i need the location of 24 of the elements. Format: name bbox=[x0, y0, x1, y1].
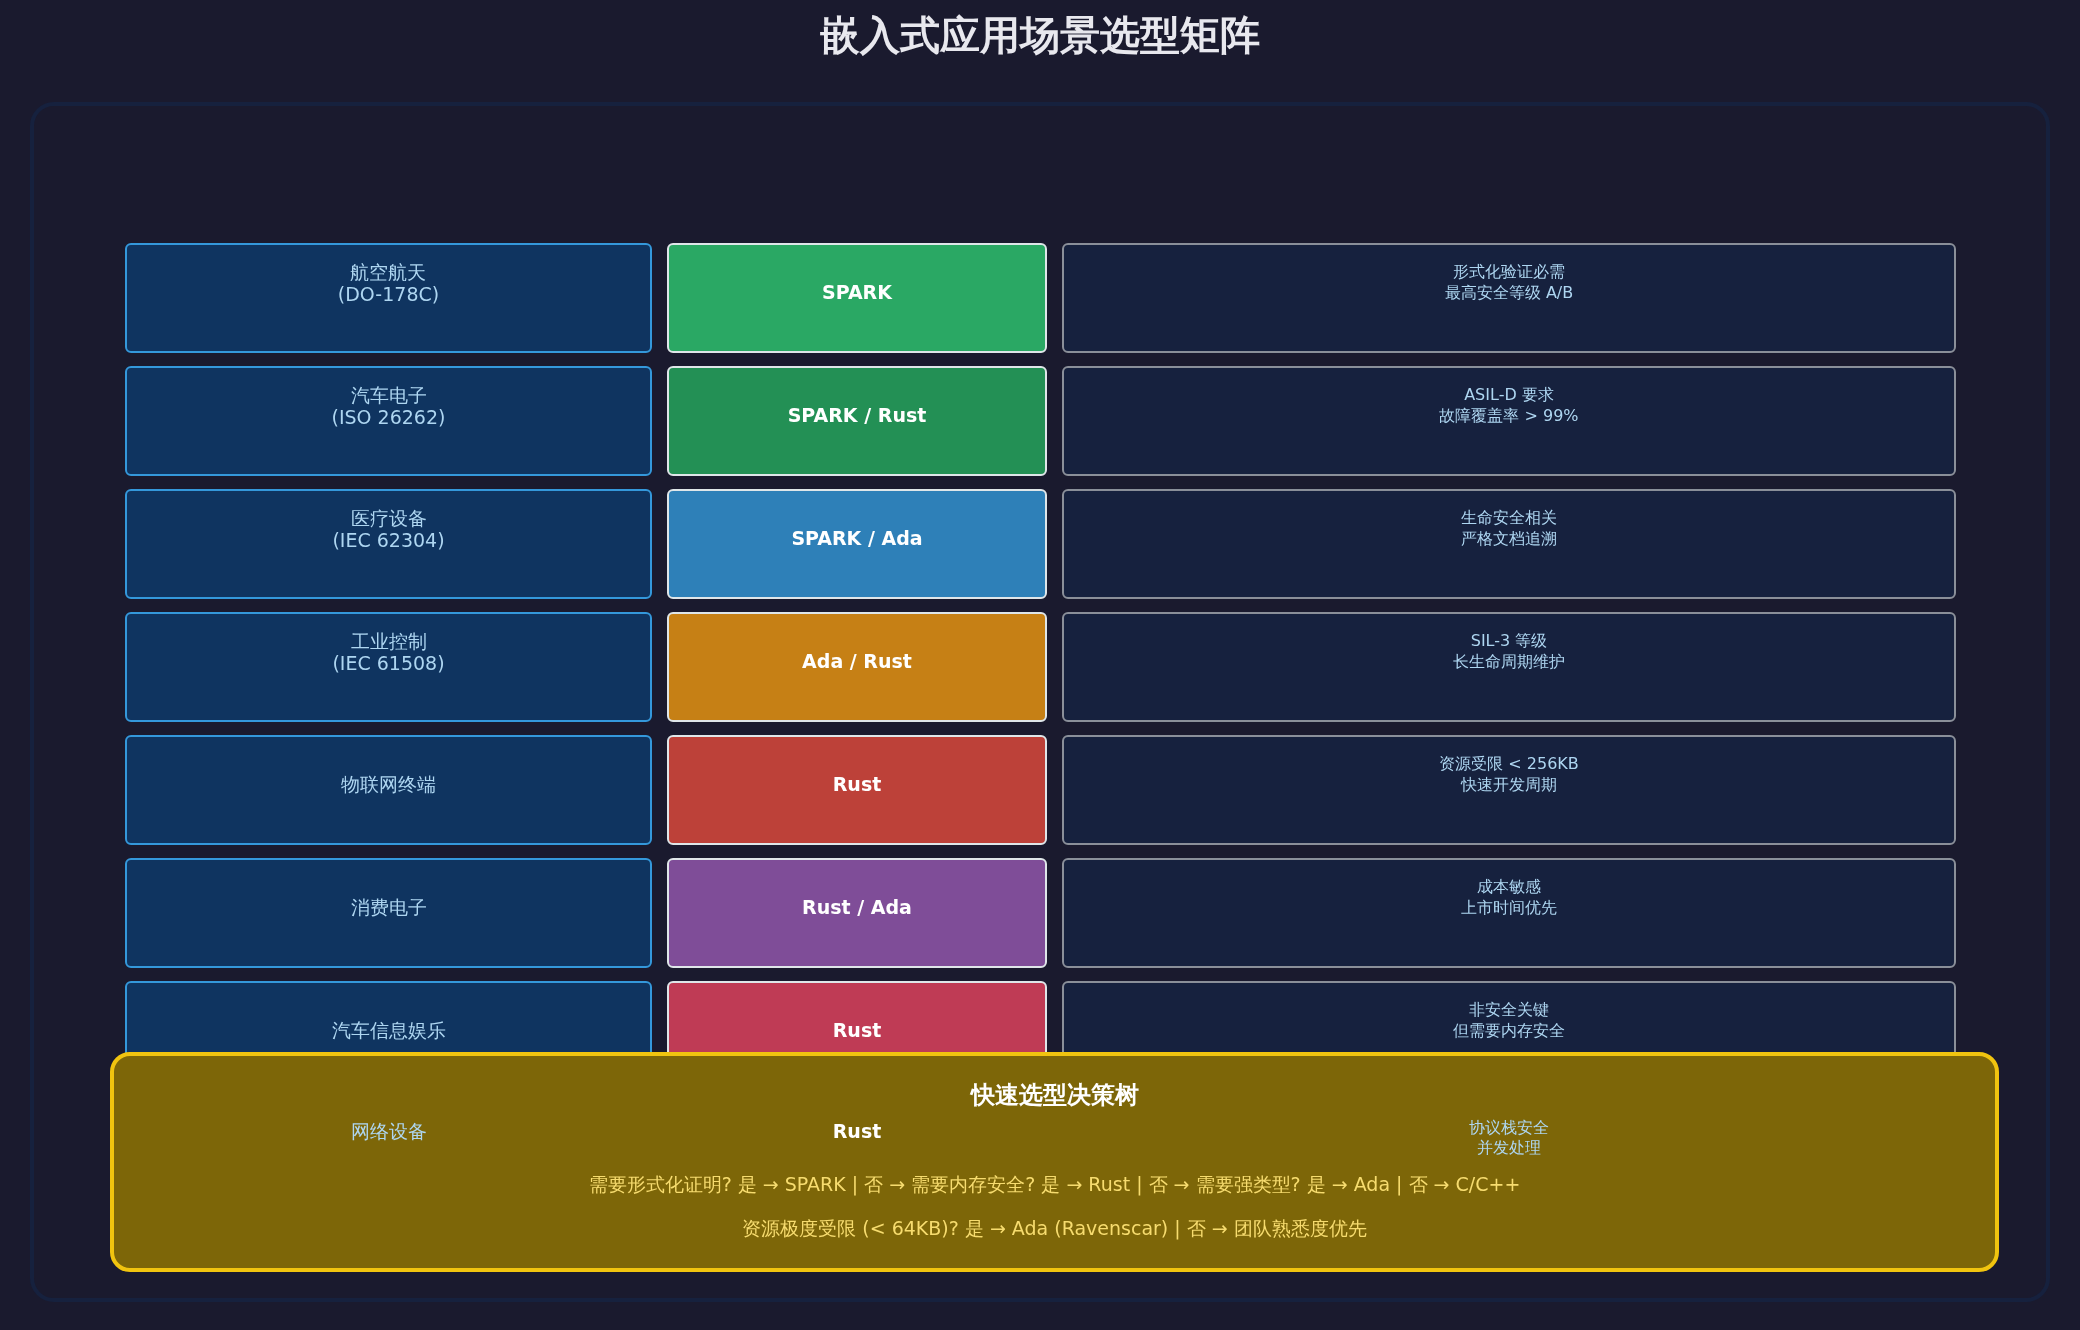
scenario-label: 航空航天 (DO-178C) bbox=[125, 243, 652, 353]
scenario-label: 汽车电子 (ISO 26262) bbox=[125, 366, 652, 476]
decision-rule: 资源极度受限 (< 64KB)? 是 → Ada (Ravenscar) | 否 → 团队熟悉度优先 bbox=[742, 1216, 1367, 1240]
language-choice: Ada / Rust bbox=[667, 612, 1047, 722]
language-choice: Rust bbox=[667, 735, 1047, 845]
requirement-notes: 协议栈安全 并发处理 bbox=[1469, 1118, 1549, 1158]
scenario-label: 物联网终端 bbox=[125, 735, 652, 845]
scenario-label: 消费电子 bbox=[125, 858, 652, 968]
scenario-label: 工业控制 (IEC 61508) bbox=[125, 612, 652, 722]
language-choice: SPARK / Ada bbox=[667, 489, 1047, 599]
requirement-notes: 资源受限 < 256KB 快速开发周期 bbox=[1062, 735, 1956, 845]
language-choice: SPARK / Rust bbox=[667, 366, 1047, 476]
page-title: 嵌入式应用场景选型矩阵 bbox=[820, 11, 1260, 60]
language-choice: Rust / Ada bbox=[667, 858, 1047, 968]
scenario-label: 医疗设备 (IEC 62304) bbox=[125, 489, 652, 599]
scenario-label: 网络设备 bbox=[350, 1120, 427, 1142]
requirement-notes: ASIL-D 要求 故障覆盖率 > 99% bbox=[1062, 366, 1956, 476]
requirement-notes: 生命安全相关 严格文档追溯 bbox=[1062, 489, 1956, 599]
requirement-notes: SIL-3 等级 长生命周期维护 bbox=[1062, 612, 1956, 722]
language-choice: Rust bbox=[832, 1120, 882, 1142]
decision-rule: 需要形式化证明? 是 → SPARK | 否 → 需要内存安全? 是 → Rust | 否 → 需要强类型? 是 → Ada | 否 → C/C++ bbox=[588, 1172, 1521, 1196]
requirement-notes: 成本敏感 上市时间优先 bbox=[1062, 858, 1956, 968]
language-choice: SPARK bbox=[667, 243, 1047, 353]
requirement-notes: 形式化验证必需 最高安全等级 A/B bbox=[1062, 243, 1956, 353]
